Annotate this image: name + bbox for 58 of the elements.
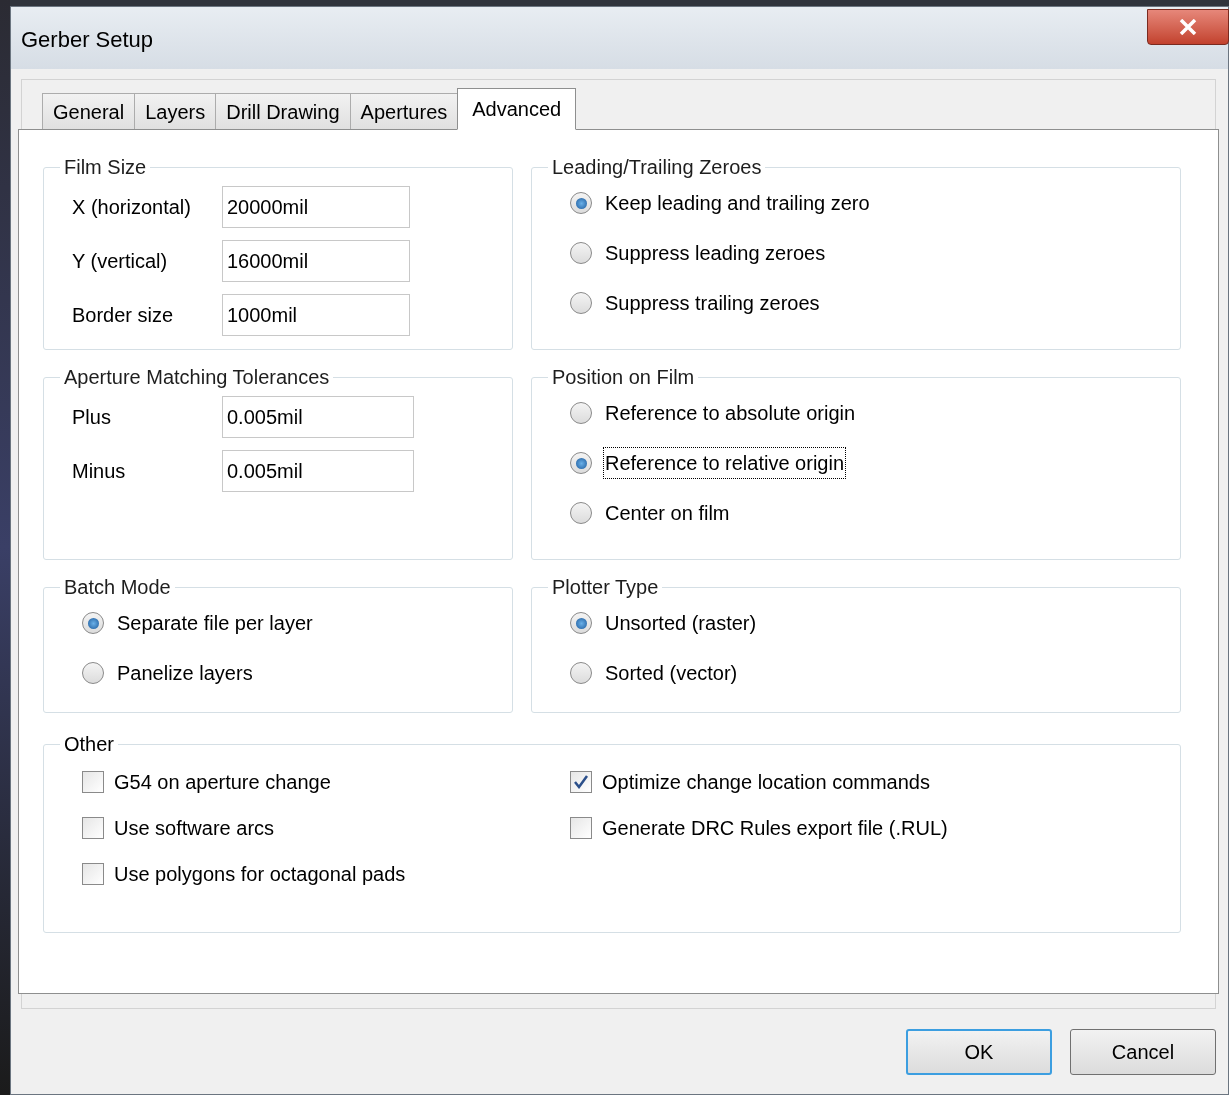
checkbox-label: Generate DRC Rules export file (.RUL): [602, 816, 948, 841]
field-label: Border size: [72, 303, 175, 328]
check-icon: [573, 775, 589, 789]
field-label: Plus: [72, 405, 112, 430]
input-field[interactable]: 16000mil: [222, 240, 410, 282]
radio-label: Suppress trailing zeroes: [604, 291, 821, 316]
group-title: Position on Film: [551, 365, 696, 390]
group-title: Batch Mode: [63, 575, 172, 600]
group-title: Other: [63, 732, 116, 757]
radio-label: Keep leading and trailing zero: [604, 191, 871, 216]
group-title: Plotter Type: [551, 575, 660, 600]
radio-label: Panelize layers: [116, 661, 254, 686]
input-field[interactable]: 0.005mil: [222, 450, 414, 492]
tab[interactable]: Apertures: [349, 93, 459, 129]
field-label: Minus: [72, 459, 127, 484]
tab[interactable]: Advanced: [457, 88, 577, 130]
window-title: Gerber Setup: [21, 26, 154, 54]
radio-label: Unsorted (raster): [604, 611, 758, 636]
tab[interactable]: Layers: [134, 93, 217, 129]
radio-button[interactable]: [570, 502, 592, 524]
input-field[interactable]: 1000mil: [222, 294, 410, 336]
radio-label: Reference to relative origin: [604, 448, 845, 478]
checkbox-label: Optimize change location commands: [602, 770, 930, 795]
checkbox[interactable]: [570, 771, 592, 793]
radio-button[interactable]: [570, 242, 592, 264]
radio-label: Suppress leading zeroes: [604, 241, 827, 266]
checkbox[interactable]: [82, 863, 104, 885]
checkbox[interactable]: [82, 771, 104, 793]
input-field[interactable]: 0.005mil: [222, 396, 414, 438]
radio-button[interactable]: [570, 292, 592, 314]
radio-button[interactable]: [82, 662, 104, 684]
radio-label: Separate file per layer: [116, 611, 314, 636]
tab[interactable]: Drill Drawing: [215, 93, 351, 129]
tab[interactable]: General: [42, 93, 136, 129]
radio-button[interactable]: [82, 612, 104, 634]
radio-button[interactable]: [570, 402, 592, 424]
field-label: X (horizontal): [72, 195, 192, 220]
dialog-button[interactable]: Cancel: [1070, 1028, 1216, 1075]
radio-label: Center on film: [604, 501, 731, 526]
radio-label: Sorted (vector): [604, 661, 739, 686]
checkbox-label: G54 on aperture change: [114, 770, 331, 795]
dialog-button[interactable]: OK: [906, 1028, 1052, 1075]
checkbox-label: Use software arcs: [114, 816, 275, 841]
radio-button[interactable]: [570, 452, 592, 474]
checkbox[interactable]: [570, 817, 592, 839]
radio-button[interactable]: [570, 612, 592, 634]
field-label: Y (vertical): [72, 249, 169, 274]
group-title: Aperture Matching Tolerances: [63, 365, 331, 390]
close-button[interactable]: [1147, 9, 1229, 45]
radio-label: Reference to absolute origin: [604, 401, 857, 426]
close-icon: [1179, 19, 1197, 35]
radio-button[interactable]: [570, 192, 592, 214]
group-title: Film Size: [63, 155, 148, 180]
radio-button[interactable]: [570, 662, 592, 684]
group-title: Leading/Trailing Zeroes: [551, 155, 763, 180]
checkbox[interactable]: [82, 817, 104, 839]
checkbox-label: Use polygons for octagonal pads: [114, 862, 406, 887]
input-field[interactable]: 20000mil: [222, 186, 410, 228]
